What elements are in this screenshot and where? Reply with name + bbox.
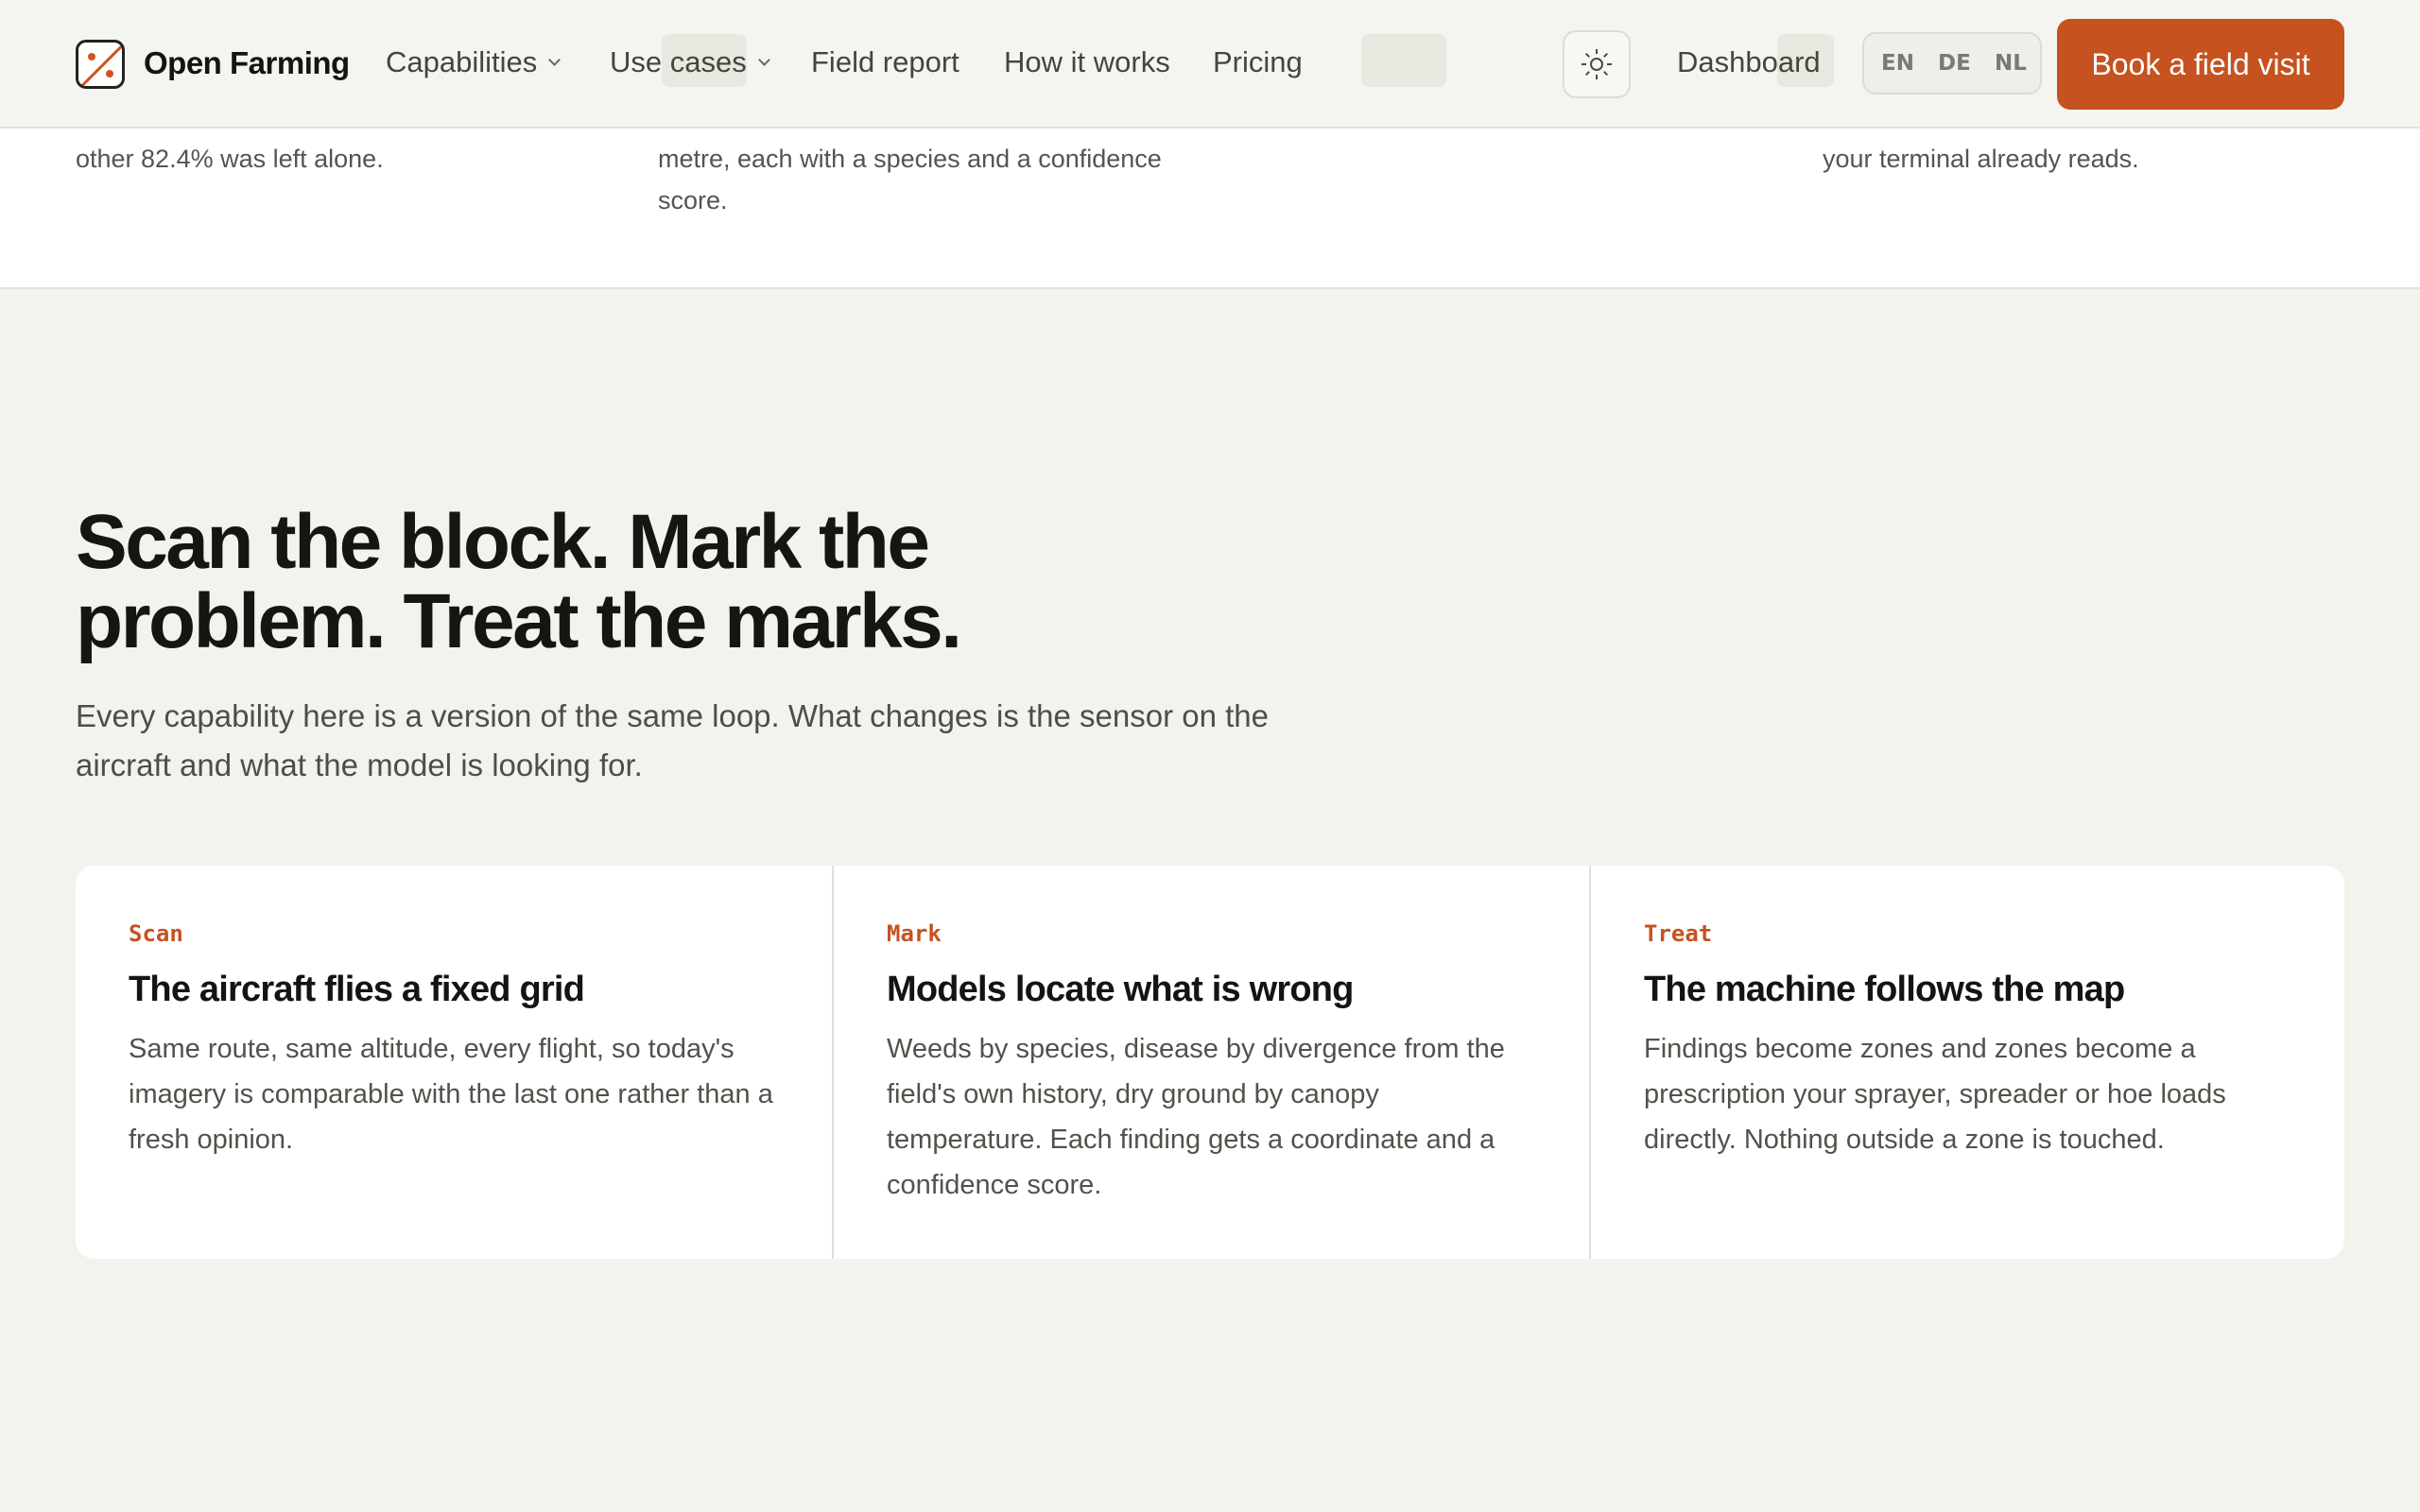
- step-card-treat: Treat The machine follows the map Findin…: [1589, 866, 2344, 1259]
- chevron-down-icon: [548, 54, 562, 66]
- nav-field-report[interactable]: Field report: [811, 45, 959, 79]
- nav-how-it-works[interactable]: How it works: [1004, 45, 1170, 79]
- nav-use-cases[interactable]: Use cases: [610, 45, 770, 79]
- step-card-mark: Mark Models locate what is wrong Weeds b…: [832, 866, 1589, 1259]
- nav-capabilities-label: Capabilities: [386, 45, 538, 78]
- stat-caption: metre, each with a species and a confide…: [658, 145, 1162, 215]
- step-title: The aircraft flies a fixed grid: [129, 970, 585, 1009]
- step-body: Same route, same altitude, every flight,…: [129, 1034, 773, 1155]
- stat-caption: your terminal already reads.: [1823, 145, 2139, 173]
- section-heading: Scan the block. Mark the problem. Treat …: [76, 499, 962, 664]
- lang-de[interactable]: DE: [1938, 51, 1971, 76]
- step-card-scan: Scan The aircraft flies a fixed grid Sam…: [76, 866, 832, 1259]
- nav-capabilities[interactable]: Capabilities: [386, 45, 562, 79]
- brand-logo-icon[interactable]: [76, 40, 125, 89]
- nav-use-cases-label: Use cases: [610, 45, 747, 78]
- top-nav: Open Farming Capabilities Use cases Fiel…: [0, 0, 2420, 129]
- nav-pricing[interactable]: Pricing: [1213, 45, 1303, 79]
- chevron-down-icon: [757, 54, 770, 66]
- step-eyebrow: Mark: [887, 920, 942, 947]
- stat-caption: other 82.4% was left alone.: [76, 145, 384, 173]
- step-title: The machine follows the map: [1644, 970, 2125, 1009]
- brand-name[interactable]: Open Farming: [144, 45, 350, 81]
- lang-nl[interactable]: NL: [1995, 51, 2027, 76]
- lang-en[interactable]: EN: [1881, 51, 1914, 76]
- language-switcher: EN DE NL: [1862, 32, 2042, 94]
- steps-card-group: Scan The aircraft flies a fixed grid Sam…: [76, 866, 2344, 1259]
- step-eyebrow: Treat: [1644, 920, 1713, 947]
- theme-toggle-button[interactable]: [1563, 30, 1631, 98]
- section-lede: Every capability here is a version of th…: [76, 698, 1270, 782]
- step-eyebrow: Scan: [129, 920, 183, 947]
- step-title: Models locate what is wrong: [887, 970, 1354, 1009]
- book-field-visit-button[interactable]: Book a field visit: [2057, 19, 2344, 110]
- step-body: Findings become zones and zones become a…: [1644, 1034, 2226, 1155]
- dashboard-link[interactable]: Dashboard: [1677, 45, 1821, 79]
- step-body: Weeds by species, disease by divergence …: [887, 1034, 1505, 1200]
- scrolled-content-ghost: [1361, 34, 1446, 87]
